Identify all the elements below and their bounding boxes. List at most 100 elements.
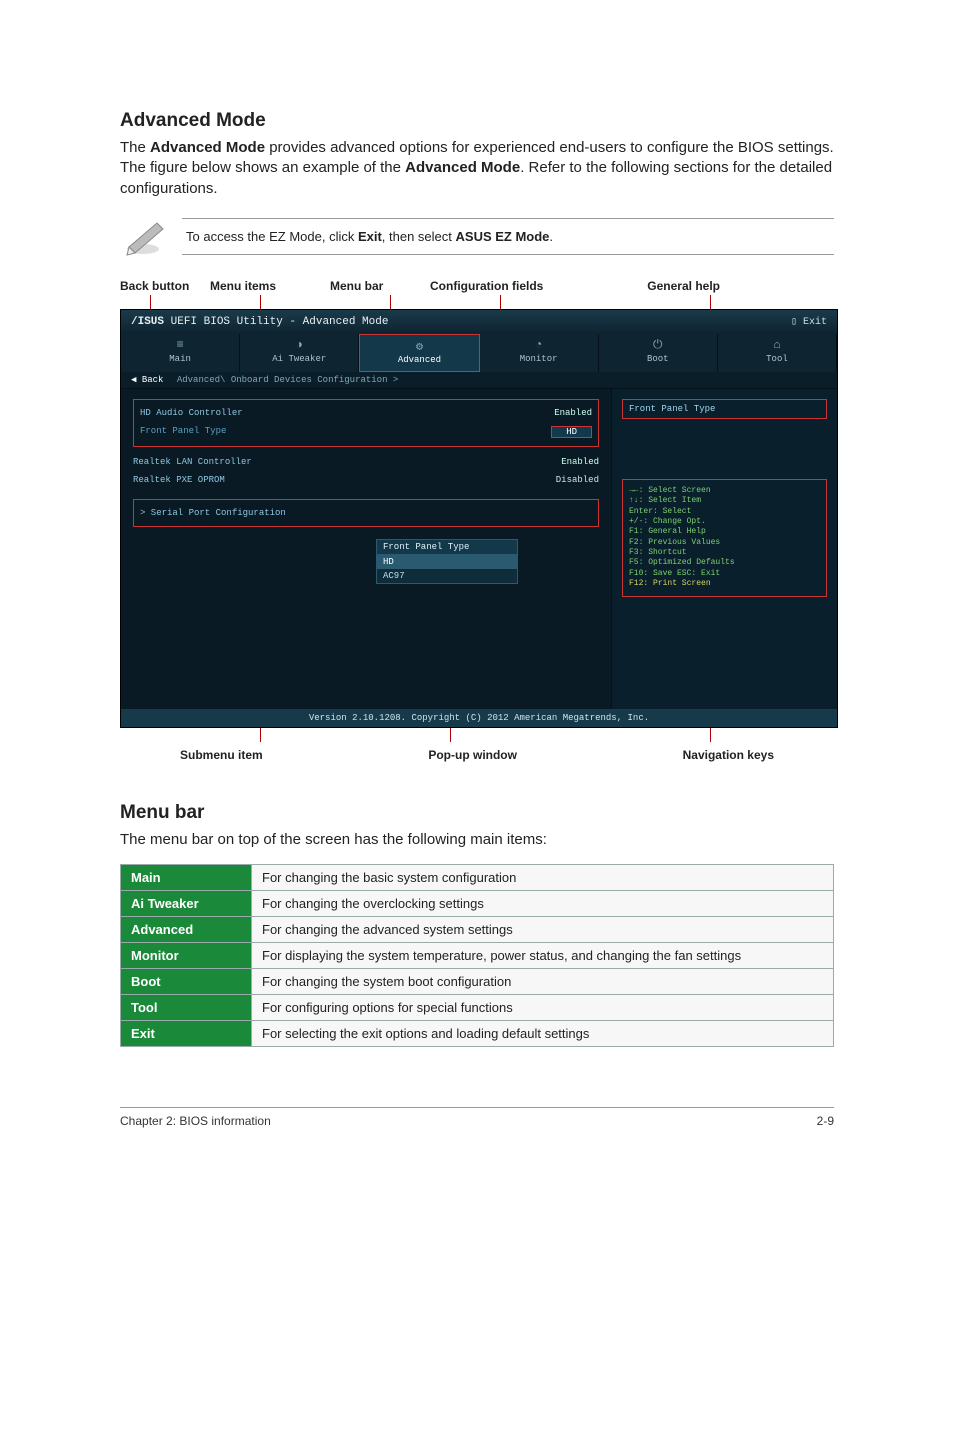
cfg-value: Disabled bbox=[556, 475, 599, 485]
tab-label: Boot bbox=[647, 354, 669, 364]
mb-key-tool: Tool bbox=[121, 995, 252, 1021]
callout-menu-items: Menu items bbox=[210, 279, 330, 293]
table-row: Ai Tweaker For changing the overclocking… bbox=[121, 891, 834, 917]
cfg-value: HD bbox=[551, 426, 592, 438]
cfg-label: Front Panel Type bbox=[140, 426, 226, 438]
nav-key-line: F3: Shortcut bbox=[629, 548, 820, 558]
popup-title: Front Panel Type bbox=[377, 540, 517, 555]
callout-menu-bar: Menu bar bbox=[330, 279, 430, 293]
bios-breadcrumb-bar: ◀ Back Advanced\ Onboard Devices Configu… bbox=[121, 372, 837, 389]
tab-label: Tool bbox=[766, 354, 788, 364]
cfg-value: Enabled bbox=[554, 408, 592, 418]
gear-icon: ⚙ bbox=[360, 339, 478, 353]
popup-item-ac97[interactable]: AC97 bbox=[377, 569, 517, 583]
callout-nav-keys: Navigation keys bbox=[683, 748, 774, 762]
tab-tool[interactable]: ⌂ Tool bbox=[718, 334, 837, 372]
menu-bar-table: Main For changing the basic system confi… bbox=[120, 864, 834, 1047]
note-part: , then select bbox=[382, 229, 456, 244]
table-row: Boot For changing the system boot config… bbox=[121, 969, 834, 995]
leader-lines-top bbox=[120, 295, 834, 309]
back-label: Back bbox=[142, 375, 164, 385]
nav-key-line: +/-: Change Opt. bbox=[629, 517, 820, 527]
section-title-menu-bar: Menu bar bbox=[120, 802, 834, 824]
nav-key-line: →←: Select Screen bbox=[629, 486, 820, 496]
general-help-title: Front Panel Type bbox=[622, 399, 827, 419]
bios-body: HD Audio Controller Enabled Front Panel … bbox=[121, 389, 837, 709]
navigation-keys-box: →←: Select Screen ↑↓: Select Item Enter:… bbox=[622, 479, 827, 597]
note-part: . bbox=[549, 229, 553, 244]
tab-label: Monitor bbox=[520, 354, 558, 364]
list-icon: ≡ bbox=[121, 338, 239, 352]
tool-icon: ⌂ bbox=[718, 338, 836, 352]
tab-ai-tweaker[interactable]: ◑ Ai Tweaker bbox=[240, 334, 359, 372]
cfg-realtek-pxe[interactable]: Realtek PXE OPROM Disabled bbox=[133, 471, 599, 489]
bios-footer-version: Version 2.10.1208. Copyright (C) 2012 Am… bbox=[121, 709, 837, 727]
para-text: The bbox=[120, 139, 150, 156]
bios-right-pane: Front Panel Type →←: Select Screen ↑↓: S… bbox=[611, 389, 837, 709]
tab-label: Advanced bbox=[398, 355, 441, 365]
cfg-serial-port-submenu[interactable]: > Serial Port Configuration bbox=[140, 504, 592, 522]
nav-key-line: ↑↓: Select Item bbox=[629, 496, 820, 506]
mb-key-main: Main bbox=[121, 865, 252, 891]
cfg-front-panel-type[interactable]: Front Panel Type HD bbox=[140, 422, 592, 442]
cfg-value: Enabled bbox=[561, 457, 599, 467]
nav-key-line: Enter: Select bbox=[629, 507, 820, 517]
table-row: Tool For configuring options for special… bbox=[121, 995, 834, 1021]
pencil-note-icon bbox=[120, 213, 172, 261]
tab-boot[interactable]: ⏻ Boot bbox=[599, 334, 718, 372]
bios-menu-bar: ≡ Main ◑ Ai Tweaker ⚙ Advanced ◔ Monitor… bbox=[121, 334, 837, 372]
table-row: Exit For selecting the exit options and … bbox=[121, 1021, 834, 1047]
tab-label: Main bbox=[169, 354, 191, 364]
mb-desc-boot: For changing the system boot configurati… bbox=[252, 969, 834, 995]
tab-monitor[interactable]: ◔ Monitor bbox=[480, 334, 599, 372]
note-row: To access the EZ Mode, click Exit, then … bbox=[120, 213, 834, 261]
popup-front-panel-type: Front Panel Type HD AC97 bbox=[376, 539, 518, 584]
callout-back-button: Back button bbox=[120, 279, 210, 293]
mb-desc-monitor: For displaying the system temperature, p… bbox=[252, 943, 834, 969]
callouts-top-row: Back button Menu items Menu bar Configur… bbox=[120, 279, 834, 293]
config-group-2: > Serial Port Configuration bbox=[133, 499, 599, 527]
footer-page-number: 2-9 bbox=[817, 1114, 834, 1128]
mb-key-aitweaker: Ai Tweaker bbox=[121, 891, 252, 917]
note-bold-ezmode: ASUS EZ Mode bbox=[456, 229, 550, 244]
bios-exit-button[interactable]: ▯ Exit bbox=[791, 316, 827, 328]
mb-desc-aitweaker: For changing the overclocking settings bbox=[252, 891, 834, 917]
bios-title-bar: /ISUS UEFI BIOS Utility - Advanced Mode … bbox=[121, 310, 837, 334]
cfg-realtek-lan[interactable]: Realtek LAN Controller Enabled bbox=[133, 453, 599, 471]
page-footer: Chapter 2: BIOS information 2-9 bbox=[120, 1107, 834, 1128]
mb-key-boot: Boot bbox=[121, 969, 252, 995]
footer-chapter: Chapter 2: BIOS information bbox=[120, 1114, 271, 1128]
bios-screenshot: /ISUS UEFI BIOS Utility - Advanced Mode … bbox=[120, 309, 838, 728]
popup-item-hd[interactable]: HD bbox=[377, 555, 517, 569]
leader-lines-bottom bbox=[120, 728, 834, 742]
tab-label: Ai Tweaker bbox=[272, 354, 326, 364]
advanced-mode-paragraph: The Advanced Mode provides advanced opti… bbox=[120, 138, 834, 199]
nav-key-line: F1: General Help bbox=[629, 527, 820, 537]
cfg-label: > Serial Port Configuration bbox=[140, 508, 286, 518]
note-part: To access the EZ Mode, click bbox=[186, 229, 358, 244]
cfg-label: Realtek PXE OPROM bbox=[133, 475, 225, 485]
para-bold-1: Advanced Mode bbox=[150, 139, 265, 156]
callout-submenu-item: Submenu item bbox=[180, 748, 263, 762]
monitor-icon: ◔ bbox=[480, 338, 598, 352]
cfg-label: Realtek LAN Controller bbox=[133, 457, 252, 467]
callouts-bottom-row: Submenu item Pop-up window Navigation ke… bbox=[120, 748, 834, 762]
bios-exit-label: Exit bbox=[803, 317, 827, 328]
nav-key-line: F10: Save ESC: Exit bbox=[629, 569, 820, 579]
breadcrumb-path: Advanced\ Onboard Devices Configuration … bbox=[177, 375, 398, 385]
section-title-advanced-mode: Advanced Mode bbox=[120, 110, 834, 132]
para-bold-2: Advanced Mode bbox=[405, 159, 520, 176]
cfg-label: HD Audio Controller bbox=[140, 408, 243, 418]
cfg-hd-audio[interactable]: HD Audio Controller Enabled bbox=[140, 404, 592, 422]
tab-advanced[interactable]: ⚙ Advanced bbox=[359, 334, 479, 372]
config-group-1: HD Audio Controller Enabled Front Panel … bbox=[133, 399, 599, 447]
note-bold-exit: Exit bbox=[358, 229, 382, 244]
mb-desc-exit: For selecting the exit options and loadi… bbox=[252, 1021, 834, 1047]
back-button[interactable]: ◀ Back bbox=[131, 375, 163, 385]
mb-key-monitor: Monitor bbox=[121, 943, 252, 969]
power-icon: ⏻ bbox=[599, 338, 717, 352]
mb-key-advanced: Advanced bbox=[121, 917, 252, 943]
note-text: To access the EZ Mode, click Exit, then … bbox=[182, 218, 834, 255]
tab-main[interactable]: ≡ Main bbox=[121, 334, 240, 372]
nav-key-line: F2: Previous Values bbox=[629, 538, 820, 548]
